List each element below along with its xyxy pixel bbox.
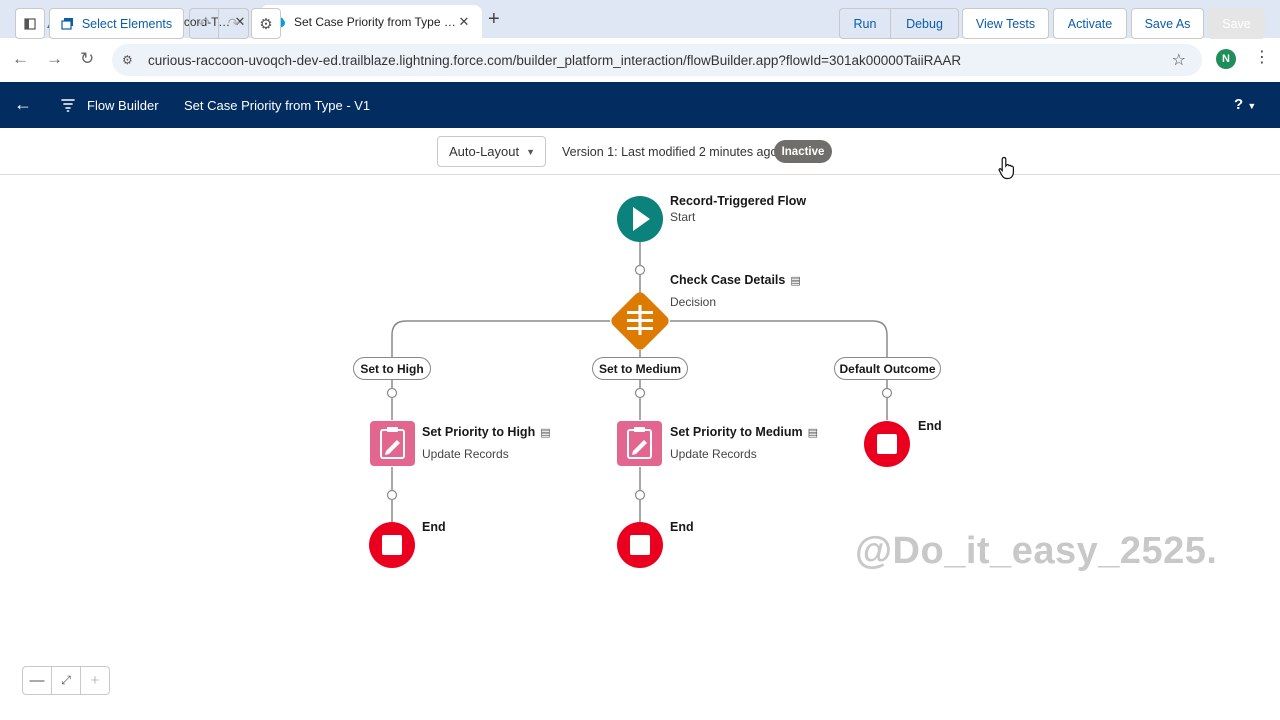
zoom-in-icon[interactable]: +	[81, 667, 109, 694]
update-high-label-text: Set Priority to High	[422, 425, 536, 439]
description-icon[interactable]: ▤	[540, 427, 550, 439]
fit-view-icon[interactable]: ⤢	[52, 667, 81, 694]
start-node-sub: Start	[670, 210, 696, 224]
add-element-connector[interactable]	[881, 387, 893, 399]
update-records-node-high[interactable]	[370, 421, 415, 466]
add-element-connector[interactable]	[634, 264, 646, 276]
stop-icon	[630, 535, 650, 555]
start-node[interactable]	[617, 196, 663, 242]
update-medium-label: Set Priority to Medium ▤	[670, 425, 818, 439]
decision-node[interactable]	[609, 290, 671, 352]
update-high-sub: Update Records	[422, 447, 509, 461]
end-node-medium[interactable]	[617, 522, 663, 568]
decision-node-label: Check Case Details ▤	[670, 273, 801, 287]
update-high-label: Set Priority to High ▤	[422, 425, 551, 439]
end-medium-label: End	[670, 520, 694, 534]
outcome-pill-medium[interactable]: Set to Medium	[592, 357, 688, 380]
watermark: @Do_it_easy_2525.	[855, 530, 1218, 572]
add-element-connector[interactable]	[386, 489, 398, 501]
update-medium-sub: Update Records	[670, 447, 757, 461]
zoom-controls: — ⤢ +	[22, 666, 110, 695]
stop-icon	[382, 535, 402, 555]
stop-icon	[877, 434, 897, 454]
end-high-label: End	[422, 520, 446, 534]
update-medium-label-text: Set Priority to Medium	[670, 425, 803, 439]
update-records-node-medium[interactable]	[617, 421, 662, 466]
decision-node-sub: Decision	[670, 295, 717, 309]
description-icon[interactable]: ▤	[790, 275, 800, 287]
description-icon[interactable]: ▤	[808, 427, 818, 439]
add-element-connector[interactable]	[634, 387, 646, 399]
start-node-label: Record-Triggered Flow	[670, 194, 807, 208]
add-element-connector[interactable]	[634, 489, 646, 501]
end-default-label: End	[918, 419, 942, 433]
zoom-out-icon[interactable]: —	[23, 667, 52, 694]
outcome-pill-high[interactable]: Set to High	[353, 357, 431, 380]
add-element-connector[interactable]	[386, 387, 398, 399]
end-node-default[interactable]	[864, 421, 910, 467]
outcome-pill-default[interactable]: Default Outcome	[834, 357, 941, 380]
hand-cursor-icon	[998, 156, 1014, 180]
end-node-high[interactable]	[369, 522, 415, 568]
decision-node-label-text: Check Case Details	[670, 273, 786, 287]
